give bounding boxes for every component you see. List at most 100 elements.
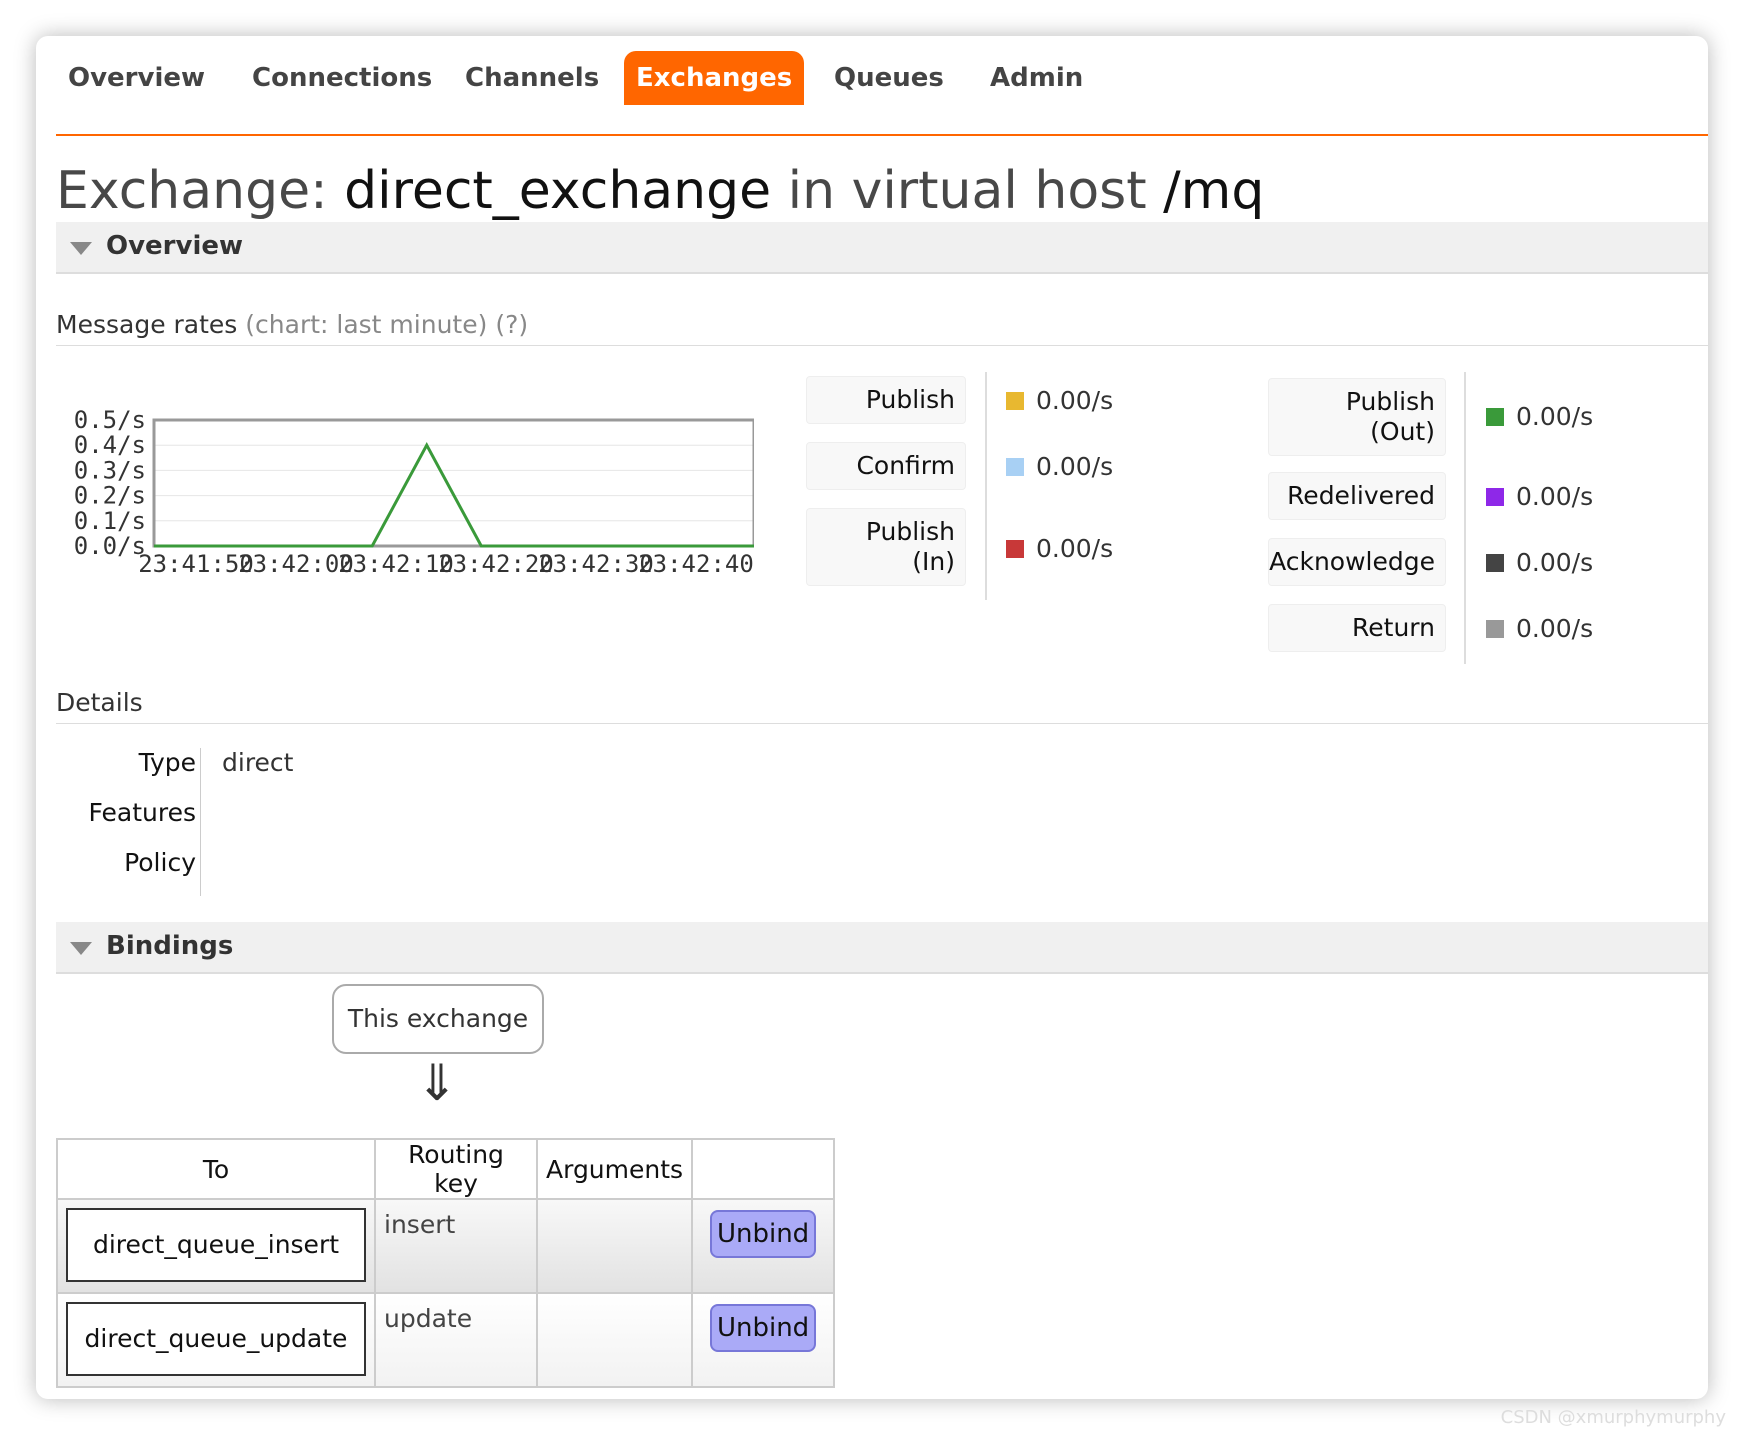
bindings-table: To Routing key Arguments direct_queue_in… [56,1138,836,1388]
rate-publish-out-value: 0.00/s [1516,402,1594,431]
rate-label-publish-in: Publish (In) [806,508,966,586]
main-nav: Overview Connections Channels Exchanges … [56,44,1708,136]
table-row: direct_queue_insert insert Unbind [56,1198,836,1294]
collapse-triangle-icon [70,942,92,955]
rate-publish-value: 0.00/s [1036,386,1114,415]
x-tick-label: 23:42:40 [638,550,754,576]
rate-label-redelivered: Redelivered [1268,472,1446,520]
y-tick-label: 0.4/s [74,431,146,459]
rate-label-publish-out-line2: (Out) [1370,417,1435,446]
tab-overview[interactable]: Overview [56,51,217,105]
rate-confirm-value: 0.00/s [1036,452,1114,481]
message-rates-chart: 0.5/s 0.4/s 0.3/s 0.2/s 0.1/s 0.0/s 23:41:50 23… [54,406,756,580]
overview-section-header[interactable]: Overview [56,222,1708,274]
unbind-button[interactable]: Unbind [710,1210,817,1258]
rate-label-publish-out-line1: Publish [1345,387,1435,416]
rate-value-publish-out: 0.00/s [1486,402,1593,431]
rate-label-publish-out: Publish (Out) [1268,378,1446,456]
y-tick-label: 0.0/s [74,532,146,560]
acknowledge-swatch-icon [1486,554,1504,572]
tab-channels[interactable]: Channels [453,51,611,105]
queue-link[interactable]: direct_queue_update [66,1302,366,1376]
x-tick-label: 23:42:10 [338,550,454,576]
rate-return-value: 0.00/s [1516,614,1594,643]
binding-arguments-cell [535,1292,694,1388]
bindings-header-row: To Routing key Arguments [56,1138,836,1200]
x-tick-label: 23:41:50 [138,550,254,576]
chart-svg: 0.5/s0.4/s0.3/s0.2/s0.1/s0.0/s23:41:5023… [74,406,756,578]
details-heading: Details [56,688,1708,724]
col-header-routing-key: Routing key [374,1138,538,1200]
y-tick-label: 0.2/s [74,482,146,510]
exchange-page: Overview Connections Channels Exchanges … [36,36,1708,1399]
this-exchange-bubble: This exchange [332,984,544,1054]
redelivered-swatch-icon [1486,488,1504,506]
tab-queues[interactable]: Queues [822,51,956,105]
tab-admin[interactable]: Admin [978,51,1095,105]
down-arrow-icon: ⇓ [416,1054,458,1112]
publish-in-swatch-icon [1006,540,1024,558]
rate-value-acknowledge: 0.00/s [1486,548,1593,577]
rate-label-confirm: Confirm [806,442,966,490]
y-tick-label: 0.5/s [74,406,146,434]
plot-area [154,420,754,546]
rate-value-redelivered: 0.00/s [1486,482,1593,511]
confirm-swatch-icon [1006,458,1024,476]
details-heading-label: Details [56,688,143,717]
return-swatch-icon [1486,620,1504,638]
message-rates-label: Message rates [56,310,238,339]
bindings-section-label: Bindings [106,931,234,961]
rate-publish-in-value: 0.00/s [1036,534,1114,563]
col-header-arguments: Arguments [535,1138,694,1200]
detail-label-type: Type [138,748,196,777]
y-tick-label: 0.3/s [74,456,146,484]
rate-value-publish-in: 0.00/s [1006,534,1113,563]
rate-label-publish-in-line1: Publish [865,517,955,546]
rate-label-acknowledge: Acknowledge [1268,538,1446,586]
chart-range-link[interactable]: (chart: last minute) [245,310,487,339]
rate-value-publish: 0.00/s [1006,386,1113,415]
help-link[interactable]: (?) [495,310,528,339]
tab-connections[interactable]: Connections [240,51,444,105]
binding-to-cell: direct_queue_update [56,1292,376,1388]
title-middle: in virtual host [771,161,1164,221]
binding-arguments-cell [535,1198,694,1294]
publish-out-swatch-icon [1486,408,1504,426]
tab-exchanges[interactable]: Exchanges [624,51,805,105]
rate-label-return: Return [1268,604,1446,652]
detail-label-policy: Policy [124,848,196,877]
rate-value-return: 0.00/s [1486,614,1593,643]
bindings-section-header[interactable]: Bindings [56,922,1708,974]
vhost-name: /mq [1163,161,1265,221]
queue-link[interactable]: direct_queue_insert [66,1208,366,1282]
binding-to-cell: direct_queue_insert [56,1198,376,1294]
y-tick-label: 0.1/s [74,507,146,535]
rate-divider-right [1464,372,1466,664]
binding-action-cell: Unbind [691,1292,836,1388]
title-prefix: Exchange: [56,161,345,221]
page-title: Exchange: direct_exchange in virtual hos… [56,161,1264,221]
detail-value-type: direct [222,748,294,777]
rate-redelivered-value: 0.00/s [1516,482,1594,511]
rate-value-confirm: 0.00/s [1006,452,1113,481]
binding-routing-key-cell: insert [374,1198,538,1294]
rate-label-publish: Publish [806,376,966,424]
binding-routing-key-cell: update [374,1292,538,1388]
publish-swatch-icon [1006,392,1024,410]
col-header-to: To [56,1138,376,1200]
x-tick-label: 23:42:30 [538,550,654,576]
col-header-actions [691,1138,836,1200]
watermark: CSDN @xmurphymurphy [1500,1407,1726,1428]
rate-label-publish-in-line2: (In) [912,547,955,576]
routing-key: insert [384,1210,456,1239]
message-rates-heading: Message rates (chart: last minute) (?) [56,310,1708,346]
x-tick-label: 23:42:00 [238,550,354,576]
routing-key: update [384,1304,473,1333]
unbind-button[interactable]: Unbind [710,1304,817,1352]
overview-section-label: Overview [106,231,244,261]
collapse-triangle-icon [70,242,92,255]
table-row: direct_queue_update update Unbind [56,1292,836,1388]
binding-action-cell: Unbind [691,1198,836,1294]
x-tick-label: 23:42:20 [438,550,554,576]
exchange-name: direct_exchange [344,161,772,221]
